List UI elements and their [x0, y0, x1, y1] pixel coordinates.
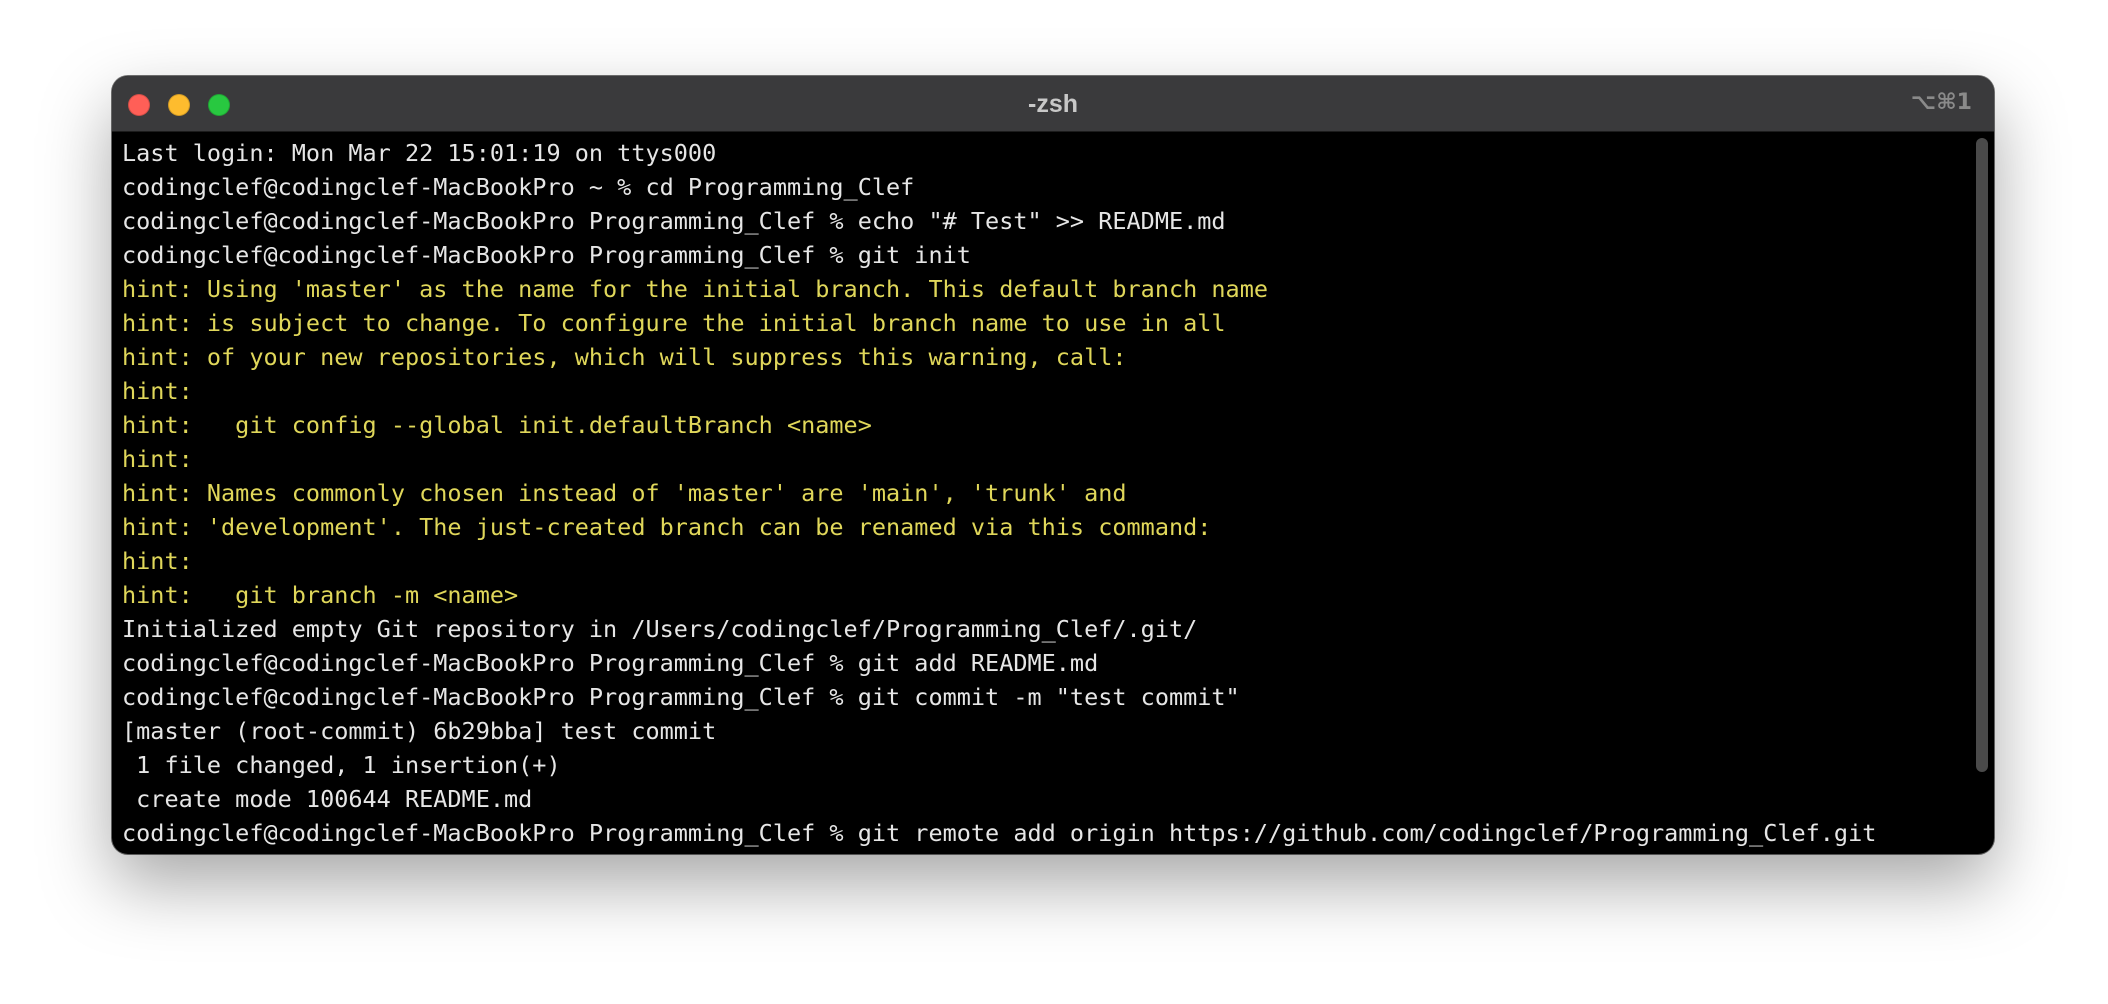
terminal-line: hint: of your new repositories, which wi…: [122, 343, 1127, 371]
terminal-line: hint: git config --global init.defaultBr…: [122, 411, 872, 439]
terminal-line: codingclef@codingclef-MacBookPro Program…: [122, 649, 1099, 677]
terminal-line: hint: git branch -m <name>: [122, 581, 519, 609]
terminal-line: create mode 100644 README.md: [122, 785, 533, 813]
terminal-window: -zsh ⌥⌘1 Last login: Mon Mar 22 15:01:19…: [112, 76, 1994, 854]
terminal-line: hint:: [122, 445, 193, 473]
terminal-line: [master (root-commit) 6b29bba] test comm…: [122, 717, 717, 745]
terminal-line: hint: 'development'. The just-created br…: [122, 513, 1212, 541]
terminal-line: Last login: Mon Mar 22 15:01:19 on ttys0…: [122, 139, 717, 167]
terminal-output[interactable]: Last login: Mon Mar 22 15:01:19 on ttys0…: [122, 136, 1964, 854]
terminal-line: codingclef@codingclef-MacBookPro Program…: [122, 819, 1877, 847]
terminal-line: hint: Names commonly chosen instead of '…: [122, 479, 1127, 507]
title-bar[interactable]: -zsh ⌥⌘1: [112, 76, 1994, 132]
terminal-line: hint:: [122, 547, 193, 575]
terminal-line: codingclef@codingclef-MacBookPro ~ % cd …: [122, 173, 915, 201]
terminal-line: hint: is subject to change. To configure…: [122, 309, 1226, 337]
scrollbar-thumb[interactable]: [1976, 138, 1988, 772]
terminal-line: Initialized empty Git repository in /Use…: [122, 615, 1198, 643]
window-shortcut-label: ⌥⌘1: [1910, 90, 1972, 115]
terminal-line: hint: Using 'master' as the name for the…: [122, 275, 1269, 303]
window-title: -zsh: [1028, 90, 1078, 118]
terminal-line: codingclef@codingclef-MacBookPro Program…: [122, 207, 1226, 235]
terminal-line: codingclef@codingclef-MacBookPro Program…: [122, 241, 971, 269]
terminal-line: hint:: [122, 377, 193, 405]
terminal-line: 1 file changed, 1 insertion(+): [122, 751, 561, 779]
terminal-line: codingclef@codingclef-MacBookPro Program…: [122, 683, 1240, 711]
